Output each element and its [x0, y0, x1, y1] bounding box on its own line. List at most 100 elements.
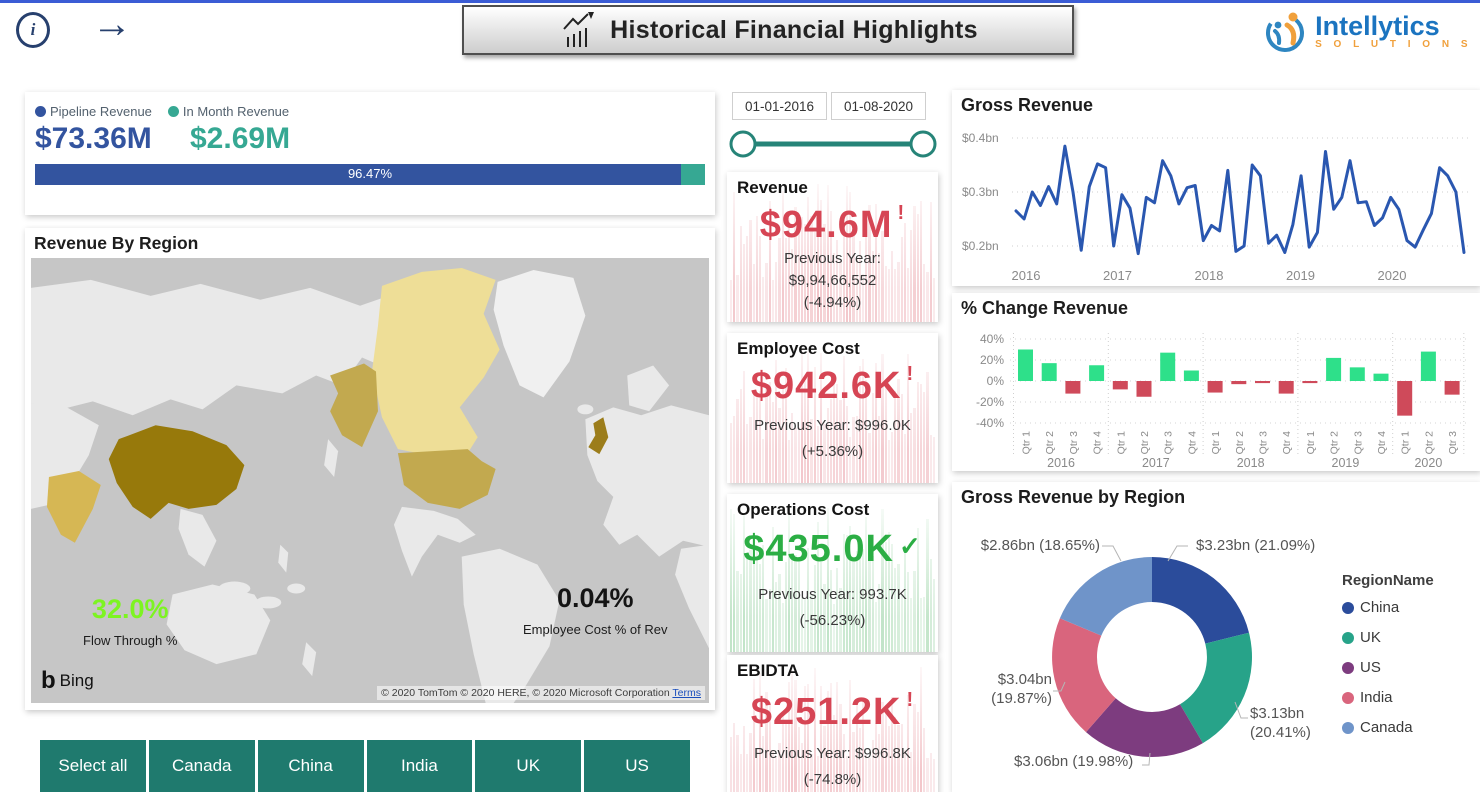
terms-link[interactable]: Terms — [672, 687, 701, 699]
svg-text:Qtr 3: Qtr 3 — [1352, 431, 1364, 454]
flow-through-metric: 32.0% Flow Through % — [83, 594, 177, 648]
bar-2017-Qtr2[interactable] — [1137, 381, 1152, 397]
report-title-box: Historical Financial Highlights — [462, 5, 1074, 55]
employee-cost-kpi-card: Employee Cost $942.6K! Previous Year: $9… — [727, 333, 938, 483]
warning-indicator-icon: ! — [898, 202, 906, 224]
svg-text:Qtr 4: Qtr 4 — [1281, 431, 1293, 454]
legend-item-uk[interactable]: UK — [1342, 629, 1434, 646]
legend-dot — [1342, 692, 1354, 704]
ebidta-kpi-card: EBIDTA $251.2K! Previous Year: $996.8K(-… — [727, 655, 938, 792]
bar-2020-Qtr3[interactable] — [1445, 381, 1460, 395]
chart-title: Gross Revenue — [961, 95, 1093, 116]
legend-dot — [35, 106, 46, 117]
date-range-slider — [727, 122, 938, 166]
callout-uk: $3.13bn(20.41%) — [1250, 704, 1311, 742]
bing-map[interactable]: 32.0% Flow Through % 0.04% Employee Cost… — [31, 258, 709, 703]
bar-2019-Qtr4[interactable] — [1374, 374, 1389, 381]
legend-item-us[interactable]: US — [1342, 659, 1434, 676]
start-date-input[interactable]: 01-01-2016 — [732, 92, 827, 120]
bar-2018-Qtr3[interactable] — [1255, 381, 1270, 383]
legend-item-china[interactable]: China — [1342, 599, 1434, 616]
employee-cost-pct-metric: 0.04% Employee Cost % of Rev — [523, 583, 668, 637]
legend-dot — [1342, 662, 1354, 674]
bar-2018-Qtr4[interactable] — [1279, 381, 1294, 394]
svg-text:Qtr 2: Qtr 2 — [1139, 431, 1151, 454]
bar-2016-Qtr4[interactable] — [1089, 365, 1104, 381]
logo-subtitle: S O L U T I O N S — [1315, 39, 1472, 50]
legend-dot — [1342, 602, 1354, 614]
progress-label: 96.47% — [35, 166, 705, 181]
gross-revenue-line-chart[interactable]: $0.4bn$0.3bn$0.2bn20162017201820192020 — [956, 116, 1476, 286]
us-button[interactable]: US — [584, 740, 690, 792]
svg-text:Qtr 1: Qtr 1 — [1210, 431, 1222, 454]
legend-item-inmonth[interactable]: In Month Revenue — [168, 104, 289, 119]
canada-button[interactable]: Canada — [149, 740, 255, 792]
india-button[interactable]: India — [367, 740, 473, 792]
revenue-progress-bar[interactable]: 96.47% — [35, 164, 705, 185]
bar-2019-Qtr2[interactable] — [1326, 358, 1341, 381]
donut-slice-china[interactable] — [1152, 557, 1249, 644]
bar-2017-Qtr4[interactable] — [1184, 371, 1199, 382]
svg-text:2019: 2019 — [1286, 268, 1315, 283]
bar-2017-Qtr1[interactable] — [1113, 381, 1128, 389]
bar-2018-Qtr1[interactable] — [1208, 381, 1223, 393]
inmonth-revenue-value: $2.69M — [190, 122, 290, 156]
svg-text:Qtr 4: Qtr 4 — [1092, 431, 1104, 454]
select-all-button[interactable]: Select all — [40, 740, 146, 792]
slider-handle-start[interactable] — [731, 132, 755, 156]
kpi-value: $435.0K✓ — [727, 528, 938, 571]
employee-cost-pct-value: 0.04% — [523, 583, 668, 614]
flow-through-value: 32.0% — [83, 594, 177, 625]
kpi-value: $942.6K! — [727, 363, 938, 408]
svg-text:Qtr 4: Qtr 4 — [1376, 431, 1388, 454]
legend-item-canada[interactable]: Canada — [1342, 719, 1434, 736]
callout-china: $3.23bn (21.09%) — [1196, 536, 1315, 555]
bar-2017-Qtr3[interactable] — [1160, 353, 1175, 381]
svg-text:$0.3bn: $0.3bn — [962, 185, 999, 199]
legend-item-pipeline[interactable]: Pipeline Revenue — [35, 104, 152, 119]
kpi-title: Operations Cost — [737, 500, 869, 520]
bar-2020-Qtr2[interactable] — [1421, 352, 1436, 381]
info-icon[interactable]: i — [16, 12, 50, 48]
bar-2020-Qtr1[interactable] — [1397, 381, 1412, 416]
region-filter-buttons: Select all Canada China India UK US — [40, 740, 690, 792]
svg-text:2016: 2016 — [1012, 268, 1041, 283]
logo-name: Intellytics — [1315, 13, 1472, 39]
china-button[interactable]: China — [258, 740, 364, 792]
svg-text:20%: 20% — [980, 353, 1004, 367]
arrow-right-icon[interactable]: → — [92, 2, 132, 47]
revenue-line — [1016, 146, 1464, 254]
svg-text:Qtr 3: Qtr 3 — [1163, 431, 1175, 454]
svg-text:2020: 2020 — [1378, 268, 1407, 283]
end-date-input[interactable]: 01-08-2020 — [831, 92, 926, 120]
bar-2019-Qtr1[interactable] — [1302, 381, 1317, 383]
slider-handle-end[interactable] — [911, 132, 935, 156]
donut-slice-canada[interactable] — [1060, 557, 1152, 636]
svg-text:Qtr 1: Qtr 1 — [1115, 431, 1127, 454]
uk-button[interactable]: UK — [475, 740, 581, 792]
page-title: Historical Financial Highlights — [610, 16, 978, 45]
chart-title: % Change Revenue — [961, 298, 1128, 319]
legend-label: Pipeline Revenue — [50, 104, 152, 119]
bar-2018-Qtr2[interactable] — [1231, 381, 1246, 384]
bar-2016-Qtr2[interactable] — [1042, 363, 1057, 381]
intellytics-logo-icon — [1263, 4, 1311, 58]
svg-text:Qtr 4: Qtr 4 — [1186, 431, 1198, 454]
bing-logo[interactable]: bBing — [41, 667, 94, 695]
svg-text:Qtr 3: Qtr 3 — [1258, 431, 1270, 454]
legend-item-india[interactable]: India — [1342, 689, 1434, 706]
bar-2016-Qtr1[interactable] — [1018, 350, 1033, 382]
svg-text:40%: 40% — [980, 332, 1004, 346]
operations-cost-kpi-card: Operations Cost $435.0K✓ Previous Year: … — [727, 494, 938, 652]
employee-cost-pct-label: Employee Cost % of Rev — [523, 622, 668, 637]
donut-legend: RegionName China UK US India Canada — [1342, 572, 1434, 749]
bar-2019-Qtr3[interactable] — [1350, 367, 1365, 381]
kpi-title: EBIDTA — [737, 661, 799, 681]
revenue-kpi-card: Revenue $94.6M! Previous Year:$9,94,66,5… — [727, 172, 938, 322]
kpi-title: Employee Cost — [737, 339, 860, 359]
bar-2016-Qtr3[interactable] — [1065, 381, 1080, 394]
callout-us: $3.06bn (19.98%) — [1014, 752, 1133, 771]
attribution-text: © 2020 TomTom © 2020 HERE, © 2020 Micros… — [381, 687, 670, 699]
svg-text:-20%: -20% — [976, 395, 1004, 409]
pct-change-bar-chart[interactable]: 40%20%0%-20%-40%Qtr 1Qtr 2Qtr 3Qtr 42016… — [956, 319, 1476, 471]
